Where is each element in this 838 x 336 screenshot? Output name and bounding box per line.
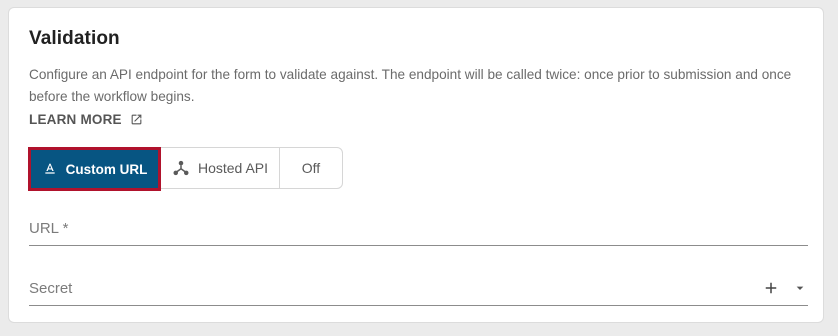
off-label: Off [301,160,321,176]
learn-more-link[interactable]: LEARN MORE [29,112,143,127]
section-title: Validation [29,28,120,49]
plus-icon[interactable] [762,279,780,297]
learn-more-label: LEARN MORE [29,112,122,127]
validation-card: Validation Configure an API endpoint for… [8,7,824,323]
section-description: Configure an API endpoint for the form t… [29,67,792,104]
secret-field-actions [762,279,808,297]
secret-field[interactable]: Secret [29,273,808,306]
external-link-icon [130,113,143,126]
custom-url-label: Custom URL [65,161,148,177]
text-format-icon [42,161,58,177]
custom-url-toggle-button[interactable]: Custom URL [28,147,161,191]
secret-field-label: Secret [29,280,73,297]
hosted-api-label: Hosted API [197,160,269,176]
url-field[interactable]: URL * [29,213,808,246]
off-toggle-button[interactable]: Off [280,148,342,188]
webhook-icon [172,159,190,177]
url-field-label: URL * [29,220,69,237]
validation-mode-toggle: Custom URL Hosted API Off [28,147,343,191]
caret-down-icon[interactable] [792,280,808,296]
hosted-api-toggle-button[interactable]: Hosted API [161,148,280,188]
